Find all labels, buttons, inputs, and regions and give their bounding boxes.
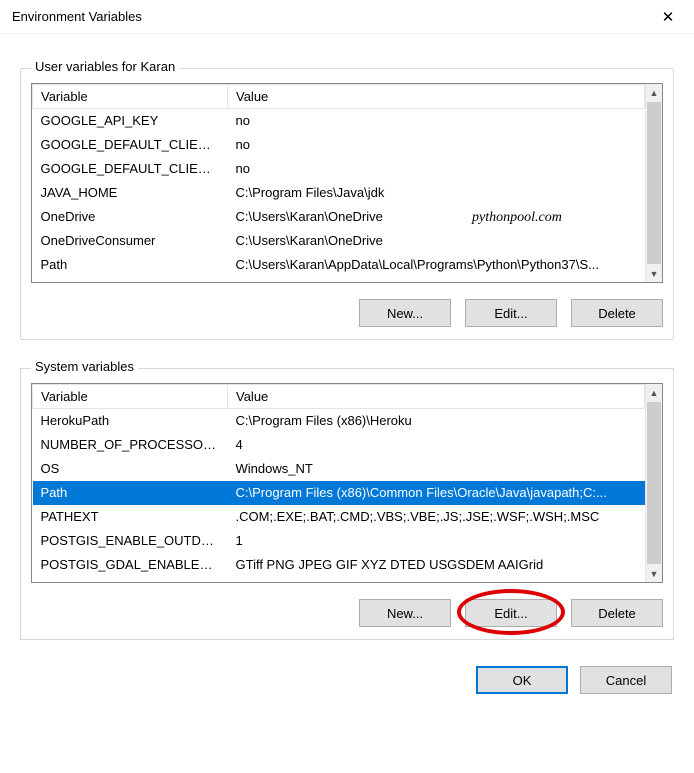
table-row[interactable]: TEMP bbox=[33, 277, 645, 283]
cell-variable: NUMBER_OF_PROCESSORS bbox=[33, 433, 228, 457]
user-new-button[interactable]: New... bbox=[359, 299, 451, 327]
cell-value: C:\Users\Karan\OneDrive bbox=[228, 229, 645, 253]
system-variables-legend: System variables bbox=[31, 359, 138, 374]
system-button-row: New... Edit... Delete bbox=[31, 599, 663, 627]
cell-variable: POSTGIS_GDAL_ENABLED_... bbox=[33, 553, 228, 577]
window-title: Environment Variables bbox=[12, 9, 142, 24]
cell-variable: JAVA_HOME bbox=[33, 181, 228, 205]
table-row[interactable]: GOOGLE_DEFAULT_CLIENT...no bbox=[33, 157, 645, 181]
table-row[interactable]: POSTGIS_ENABLE_OUTDB_...1 bbox=[33, 529, 645, 553]
table-row[interactable]: POSTGIS_GDAL_ENABLED_...GTiff PNG JPEG G… bbox=[33, 553, 645, 577]
cell-value: C:\Users\Karan\OneDrive bbox=[228, 205, 645, 229]
cell-value: no bbox=[228, 133, 645, 157]
user-col-variable[interactable]: Variable bbox=[33, 85, 228, 109]
scroll-down-icon[interactable]: ▼ bbox=[646, 265, 662, 282]
close-icon[interactable]: ✕ bbox=[656, 5, 680, 29]
user-scrollbar[interactable]: ▲ ▼ bbox=[645, 84, 662, 282]
scroll-up-icon[interactable]: ▲ bbox=[646, 84, 662, 101]
cell-value: no bbox=[228, 157, 645, 181]
user-variables-table-wrap: Variable Value GOOGLE_API_KEYnoGOOGLE_DE… bbox=[31, 83, 663, 283]
user-variables-table[interactable]: Variable Value GOOGLE_API_KEYnoGOOGLE_DE… bbox=[32, 84, 645, 282]
scroll-thumb[interactable] bbox=[647, 402, 661, 564]
cell-variable: TEMP bbox=[33, 277, 228, 283]
table-row[interactable]: HerokuPathC:\Program Files (x86)\Heroku bbox=[33, 409, 645, 433]
table-row[interactable]: GOOGLE_API_KEYno bbox=[33, 109, 645, 133]
user-edit-button[interactable]: Edit... bbox=[465, 299, 557, 327]
table-row[interactable]: NUMBER_OF_PROCESSORS4 bbox=[33, 433, 645, 457]
cell-variable: HerokuPath bbox=[33, 409, 228, 433]
cell-variable: PATHEXT bbox=[33, 505, 228, 529]
system-edit-button[interactable]: Edit... bbox=[465, 599, 557, 627]
system-scrollbar[interactable]: ▲ ▼ bbox=[645, 384, 662, 582]
cell-value: Windows_NT bbox=[228, 457, 645, 481]
scroll-up-icon[interactable]: ▲ bbox=[646, 384, 662, 401]
user-variables-legend: User variables for Karan bbox=[31, 59, 179, 74]
table-row[interactable]: JAVA_HOMEC:\Program Files\Java\jdk bbox=[33, 181, 645, 205]
table-row[interactable]: OSWindows_NT bbox=[33, 457, 645, 481]
table-row[interactable]: PathC:\Program Files (x86)\Common Files\… bbox=[33, 481, 645, 505]
user-col-value[interactable]: Value bbox=[228, 85, 645, 109]
cell-value: no bbox=[228, 109, 645, 133]
system-variables-table-wrap: Variable Value HerokuPathC:\Program File… bbox=[31, 383, 663, 583]
cell-value: .COM;.EXE;.BAT;.CMD;.VBS;.VBE;.JS;.JSE;.… bbox=[228, 505, 645, 529]
table-row[interactable]: GOOGLE_DEFAULT_CLIENT...no bbox=[33, 133, 645, 157]
cell-variable: GOOGLE_API_KEY bbox=[33, 109, 228, 133]
cell-value: GTiff PNG JPEG GIF XYZ DTED USGSDEM AAIG… bbox=[228, 553, 645, 577]
scroll-thumb[interactable] bbox=[647, 102, 661, 264]
user-button-row: New... Edit... Delete bbox=[31, 299, 663, 327]
table-row[interactable]: PathC:\Users\Karan\AppData\Local\Program… bbox=[33, 253, 645, 277]
cell-value: AMD64 bbox=[228, 577, 645, 583]
user-delete-button[interactable]: Delete bbox=[571, 299, 663, 327]
table-row[interactable]: OneDriveConsumerC:\Users\Karan\OneDrive bbox=[33, 229, 645, 253]
table-row[interactable]: PROCESSOR_ARCHITECTU...AMD64 bbox=[33, 577, 645, 583]
cell-variable: GOOGLE_DEFAULT_CLIENT... bbox=[33, 157, 228, 181]
system-col-value[interactable]: Value bbox=[228, 385, 645, 409]
dialog-content: User variables for Karan Variable Value … bbox=[0, 34, 694, 648]
cell-value: 4 bbox=[228, 433, 645, 457]
cell-variable: OS bbox=[33, 457, 228, 481]
cell-value: C:\Users\Karan\AppData\Local\Programs\Py… bbox=[228, 253, 645, 277]
ok-button[interactable]: OK bbox=[476, 666, 568, 694]
system-variables-table[interactable]: Variable Value HerokuPathC:\Program File… bbox=[32, 384, 645, 582]
dialog-button-row: OK Cancel bbox=[0, 648, 694, 708]
cell-variable: OneDriveConsumer bbox=[33, 229, 228, 253]
user-variables-group: User variables for Karan Variable Value … bbox=[20, 68, 674, 340]
cell-variable: Path bbox=[33, 481, 228, 505]
cell-value: 1 bbox=[228, 529, 645, 553]
cell-value: C:\Program Files (x86)\Heroku bbox=[228, 409, 645, 433]
cell-variable: Path bbox=[33, 253, 228, 277]
scroll-down-icon[interactable]: ▼ bbox=[646, 565, 662, 582]
system-new-button[interactable]: New... bbox=[359, 599, 451, 627]
system-col-variable[interactable]: Variable bbox=[33, 385, 228, 409]
table-row[interactable]: OneDriveC:\Users\Karan\OneDrive bbox=[33, 205, 645, 229]
cell-value: C:\Program Files\Java\jdk bbox=[228, 181, 645, 205]
cell-variable: POSTGIS_ENABLE_OUTDB_... bbox=[33, 529, 228, 553]
system-delete-button[interactable]: Delete bbox=[571, 599, 663, 627]
cancel-button[interactable]: Cancel bbox=[580, 666, 672, 694]
cell-value bbox=[228, 277, 645, 283]
cell-variable: PROCESSOR_ARCHITECTU... bbox=[33, 577, 228, 583]
cell-variable: GOOGLE_DEFAULT_CLIENT... bbox=[33, 133, 228, 157]
titlebar: Environment Variables ✕ bbox=[0, 0, 694, 34]
system-variables-group: System variables Variable Value HerokuPa… bbox=[20, 368, 674, 640]
cell-variable: OneDrive bbox=[33, 205, 228, 229]
table-row[interactable]: PATHEXT.COM;.EXE;.BAT;.CMD;.VBS;.VBE;.JS… bbox=[33, 505, 645, 529]
cell-value: C:\Program Files (x86)\Common Files\Orac… bbox=[228, 481, 645, 505]
